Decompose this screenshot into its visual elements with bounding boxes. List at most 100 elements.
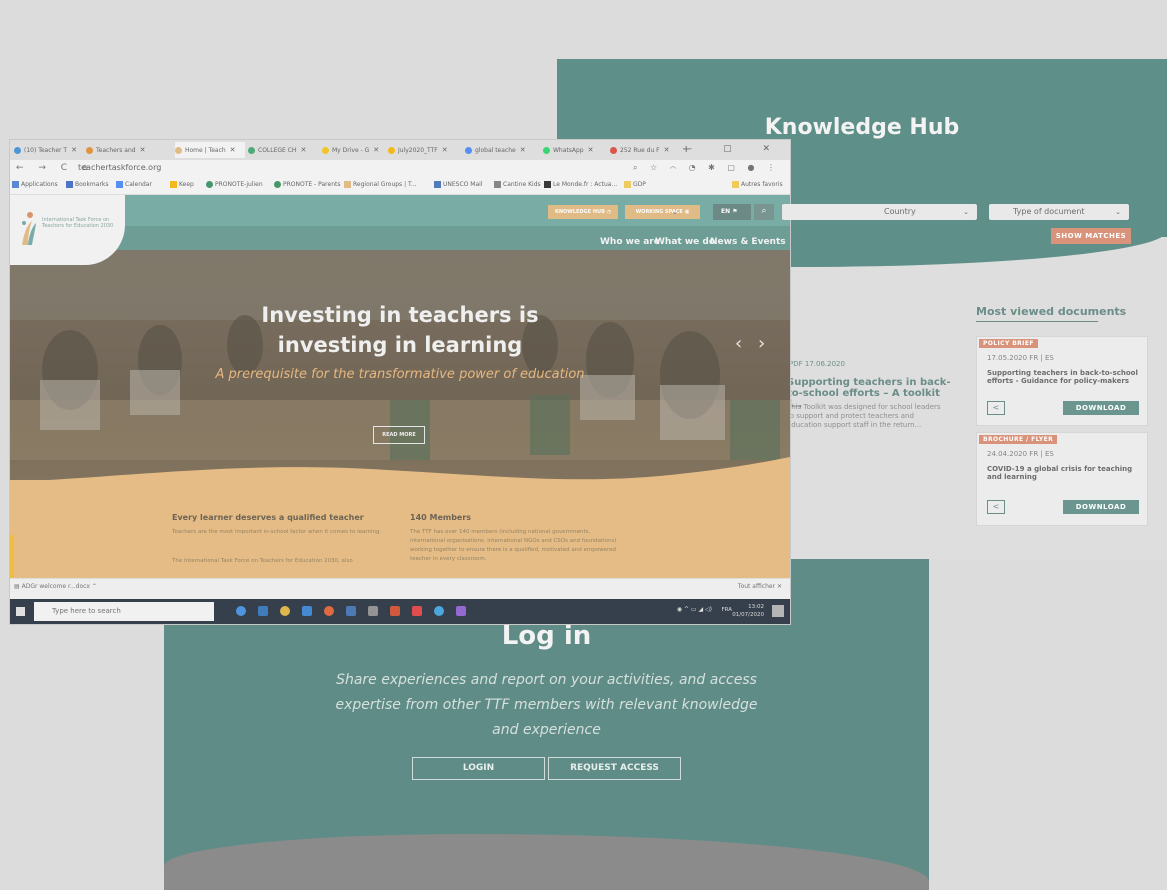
bookmark-item[interactable]: Applications <box>12 181 58 188</box>
bookmark-item[interactable]: Regional Groups | T... <box>344 181 417 188</box>
calendar-app-icon[interactable] <box>346 606 356 616</box>
carousel-next-icon[interactable]: › <box>758 333 765 354</box>
knowledge-hub-button[interactable]: KNOWLEDGE HUB ◔ <box>548 205 618 219</box>
document-card-title[interactable]: COVID-19 a global crisis for teaching an… <box>987 465 1142 481</box>
carousel-prev-icon[interactable]: ‹ <box>735 333 742 354</box>
taskbar-clock[interactable]: 13:02 01/07/2020 <box>732 603 764 619</box>
document-type-select[interactable]: Type of document ⌄ <box>989 204 1129 220</box>
download-item[interactable]: ▤ ADGr welcome r...docx ⌃ <box>14 583 97 590</box>
word-icon[interactable] <box>258 606 268 616</box>
browser-tab[interactable]: COLLEGE CH ✕ <box>248 142 318 158</box>
bookmark-item[interactable]: Bookmarks <box>66 181 109 188</box>
close-icon[interactable]: ✕ <box>520 146 526 154</box>
bookmark-label: PRONOTE - Parents <box>283 181 341 188</box>
bookmark-item[interactable]: Cantine Kids <box>494 181 541 188</box>
close-icon[interactable]: ✕ <box>230 146 236 154</box>
hero-subtitle: A prerequisite for the transformative po… <box>215 367 585 382</box>
nav-what-we-do[interactable]: What we do <box>655 237 715 247</box>
bookmark-label: GDP <box>633 181 646 188</box>
chevron-down-icon: ⌄ <box>1115 208 1121 216</box>
maps-pin-icon <box>610 147 617 154</box>
section-heading: 140 Members <box>410 513 472 522</box>
close-icon[interactable]: ✕ <box>664 146 670 154</box>
bookmark-item[interactable]: Le Monde.fr : Actua... <box>544 181 617 188</box>
browser-tab[interactable]: (10) Teacher T ✕ <box>14 142 82 158</box>
nav-news-events[interactable]: News & Events <box>710 237 786 247</box>
bookmark-label: Applications <box>21 181 58 188</box>
close-icon[interactable]: ✕ <box>588 146 594 154</box>
browser-tab[interactable]: July2020_TTF ✕ <box>388 142 462 158</box>
windows-start-icon[interactable] <box>16 607 25 616</box>
close-icon[interactable]: ✕ <box>373 146 379 154</box>
read-more-button[interactable]: READ MORE <box>373 426 425 444</box>
bookmark-label: Calendar <box>125 181 152 188</box>
url-field[interactable]: teachertaskforce.org <box>78 163 161 172</box>
system-tray-icons[interactable]: ◉ ^ ▭ ◢ ◁) <box>677 606 712 613</box>
close-icon[interactable]: ✕ <box>300 146 306 154</box>
keep-icon <box>170 181 177 188</box>
bookmark-item[interactable]: Autres favoris <box>732 181 783 188</box>
chrome-icon[interactable] <box>280 606 290 616</box>
bookmark-item[interactable]: Calendar <box>116 181 152 188</box>
apps-grid-icon <box>12 181 19 188</box>
most-viewed-heading: Most viewed documents <box>976 305 1127 318</box>
download-button[interactable]: DOWNLOAD <box>1063 500 1139 514</box>
bookmark-item[interactable]: PRONOTE-julien <box>206 181 263 188</box>
share-icon[interactable]: < <box>987 401 1005 415</box>
firefox-icon[interactable] <box>324 606 334 616</box>
bookmark-label: Regional Groups | T... <box>353 181 417 188</box>
close-icon[interactable]: ✕ <box>71 146 77 154</box>
close-icon[interactable]: ✕ <box>777 583 782 590</box>
cantine-icon <box>494 181 501 188</box>
taskbar-search-input[interactable]: Type here to search <box>34 602 214 621</box>
acrobat-icon[interactable] <box>412 606 422 616</box>
site-logo[interactable]: International Task Force on Teachers for… <box>10 195 125 265</box>
bookmark-item[interactable]: GDP <box>624 181 646 188</box>
show-matches-button[interactable]: SHOW MATCHES <box>1051 228 1131 244</box>
download-button[interactable]: DOWNLOAD <box>1063 401 1139 415</box>
site-favicon-icon <box>248 147 255 154</box>
browser-tab[interactable]: global teache ✕ <box>465 142 539 158</box>
powerpoint-icon[interactable] <box>390 606 400 616</box>
request-access-button[interactable]: REQUEST ACCESS <box>548 757 681 780</box>
bookmark-label: Keep <box>179 181 194 188</box>
document-card-meta: 17.05.2020 FR | ES <box>987 354 1054 362</box>
browser-tab-active[interactable]: Home | Teach ✕ <box>175 142 245 158</box>
tab-label: (10) Teacher T <box>24 147 68 154</box>
browser-tab[interactable]: Teachers and ✕ <box>86 142 172 158</box>
twitter-icon <box>14 147 21 154</box>
bookmark-item[interactable]: PRONOTE - Parents <box>274 181 341 188</box>
document-card-title[interactable]: Supporting teachers in back-to-school ef… <box>987 369 1142 385</box>
document-card-meta: 24.04.2020 FR | ES <box>987 450 1054 458</box>
outlook-icon[interactable] <box>302 606 312 616</box>
nav-who-we-are[interactable]: Who we are <box>600 237 660 247</box>
notification-icon[interactable] <box>772 605 784 617</box>
country-select[interactable]: ⌄ Country ⌄ <box>672 204 977 220</box>
section-paragraph: The International Task Force on Teachers… <box>172 558 353 564</box>
teams-icon[interactable] <box>456 606 466 616</box>
share-icon[interactable]: < <box>987 500 1005 514</box>
input-language[interactable]: FRA <box>721 607 732 613</box>
browser-tab[interactable]: My Drive - G ✕ <box>322 142 384 158</box>
heading-underline <box>976 321 1098 322</box>
close-icon[interactable]: ✕ <box>140 146 146 154</box>
bookmark-item[interactable]: UNESCO Mail <box>434 181 483 188</box>
address-bar: ← → C ⌂ teachertaskforce.org ⌕ ☆ ⌒ ◔ ✱ ▢… <box>10 160 790 178</box>
close-icon[interactable]: ✕ <box>442 146 448 154</box>
tab-label: global teache <box>475 147 516 154</box>
window-controls[interactable]: – ▢ ✕ <box>688 144 784 154</box>
tab-label: COLLEGE CH <box>258 147 297 154</box>
skype-icon[interactable] <box>434 606 444 616</box>
show-all-button[interactable]: Tout afficher <box>738 583 775 590</box>
browser-tab[interactable]: 252 Rue du F ✕ <box>610 142 678 158</box>
drop-icon[interactable] <box>236 606 246 616</box>
extension-icons[interactable]: ⌕ ☆ ⌒ ◔ ✱ ▢ ● ⋮ <box>633 163 780 173</box>
bookmark-item[interactable]: Keep <box>170 181 194 188</box>
download-filename: ADGr welcome r...docx <box>21 583 90 590</box>
login-button[interactable]: LOGIN <box>412 757 545 780</box>
section-paragraph: Teachers are the most important in-schoo… <box>172 529 382 535</box>
tab-label: Home | Teach <box>185 147 226 154</box>
file-explorer-icon[interactable] <box>368 606 378 616</box>
download-bar-actions: Tout afficher ✕ <box>738 583 782 590</box>
browser-tab[interactable]: WhatsApp ✕ <box>543 142 607 158</box>
